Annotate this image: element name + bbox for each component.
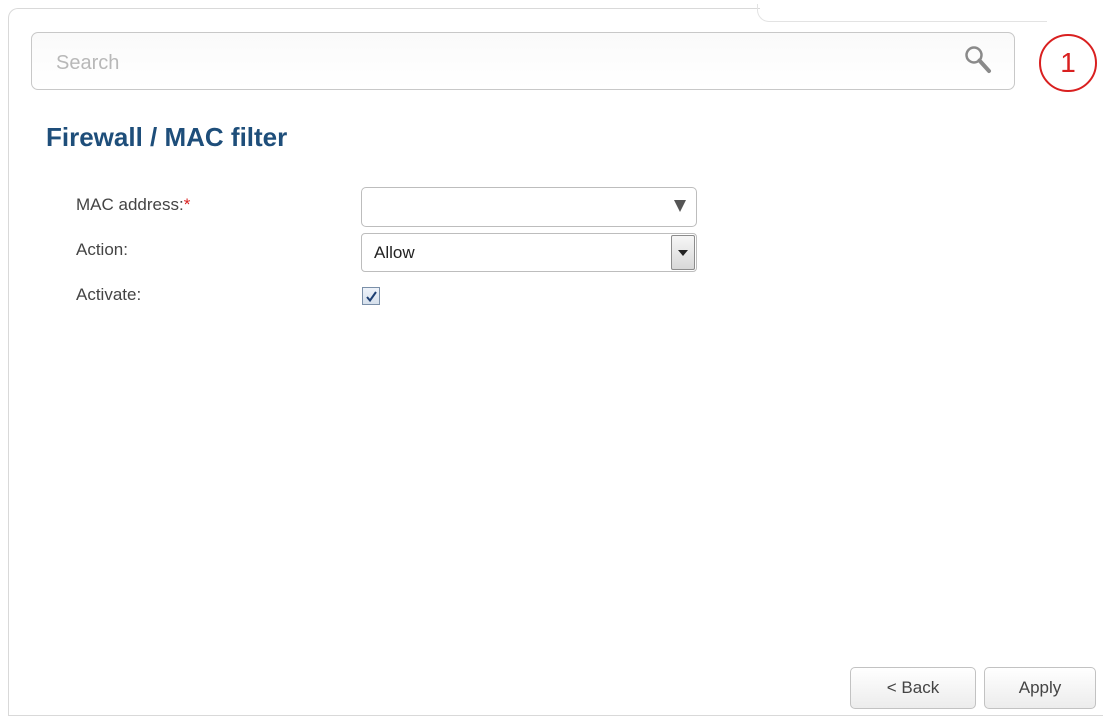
search-box[interactable] — [31, 32, 1015, 90]
action-select[interactable]: Allow — [361, 233, 697, 272]
back-button[interactable]: < Back — [850, 667, 976, 709]
checkmark-icon — [366, 291, 377, 303]
activate-label: Activate: — [76, 285, 142, 304]
page-title: Firewall / MAC filter — [46, 122, 288, 152]
apply-button[interactable]: Apply — [984, 667, 1096, 709]
action-label: Action: — [76, 240, 128, 259]
action-select-value: Allow — [374, 243, 415, 262]
mac-address-combobox[interactable] — [361, 187, 697, 227]
required-mark: * — [183, 195, 191, 214]
mac-address-label-text: MAC address: — [76, 195, 184, 214]
callout-outline — [757, 4, 1047, 22]
action-select-button[interactable] — [671, 235, 695, 270]
triangle-down-icon — [678, 250, 688, 256]
search-input[interactable] — [54, 50, 954, 76]
mac-address-label: MAC address:* — [76, 195, 190, 215]
triangle-down-icon[interactable] — [674, 200, 686, 212]
page-frame — [8, 8, 1103, 716]
activate-checkbox[interactable] — [362, 287, 380, 305]
search-icon[interactable] — [963, 44, 995, 76]
notification-badge[interactable]: 1 — [1039, 34, 1097, 92]
